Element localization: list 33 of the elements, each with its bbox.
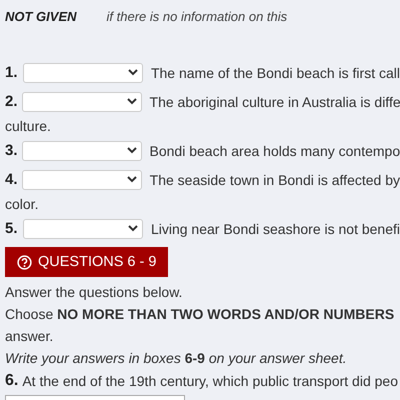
instruction-text: Choose NO MORE THAN TWO WORDS AND/OR NUMBERS (5, 306, 394, 322)
question-number: 6. (5, 372, 18, 390)
answer-field[interactable] (5, 395, 185, 400)
answer-dropdown[interactable] (22, 170, 142, 190)
question-number: 3. (5, 142, 18, 159)
instruction-text: answer. (5, 328, 54, 344)
chevron-icon (128, 225, 138, 232)
chevron-icon (126, 176, 137, 183)
chevron-icon (126, 98, 137, 105)
question-text: At the end of the 19th century, which public transport did peo (22, 373, 398, 389)
question-number: 1. (5, 64, 19, 81)
help-icon (17, 254, 32, 270)
question-number: 4. (5, 171, 18, 188)
question-text: The aboriginal culture in Australia is diffe (150, 94, 400, 110)
legend-meaning: if there is no information on this (106, 8, 288, 24)
question-text: Living near Bondi seashore is not benefi (150, 220, 400, 236)
question-text: Bondi beach area holds many contempo (150, 142, 400, 158)
section-title: QUESTIONS 6 - 9 (38, 254, 156, 270)
question-number: 2. (5, 93, 18, 110)
answer-dropdown[interactable] (22, 62, 143, 82)
question-text: culture. (5, 118, 51, 134)
answer-dropdown[interactable] (22, 140, 142, 160)
chevron-icon (126, 147, 137, 154)
chevron-icon (128, 69, 138, 76)
instruction-text: Answer the questions below. (5, 284, 182, 300)
instruction-note: Write your answers in boxes 6-9 on your answer sheet. (5, 350, 347, 366)
legend-term: NOT GIVEN (5, 8, 77, 24)
question-number: 5. (5, 220, 19, 237)
question-text: The name of the Bondi beach is first call (150, 64, 400, 80)
question-text: The seaside town in Bondi is affected by (150, 172, 400, 188)
answer-dropdown[interactable] (22, 92, 142, 112)
question-text: color. (5, 196, 38, 212)
answer-dropdown[interactable] (22, 218, 143, 238)
